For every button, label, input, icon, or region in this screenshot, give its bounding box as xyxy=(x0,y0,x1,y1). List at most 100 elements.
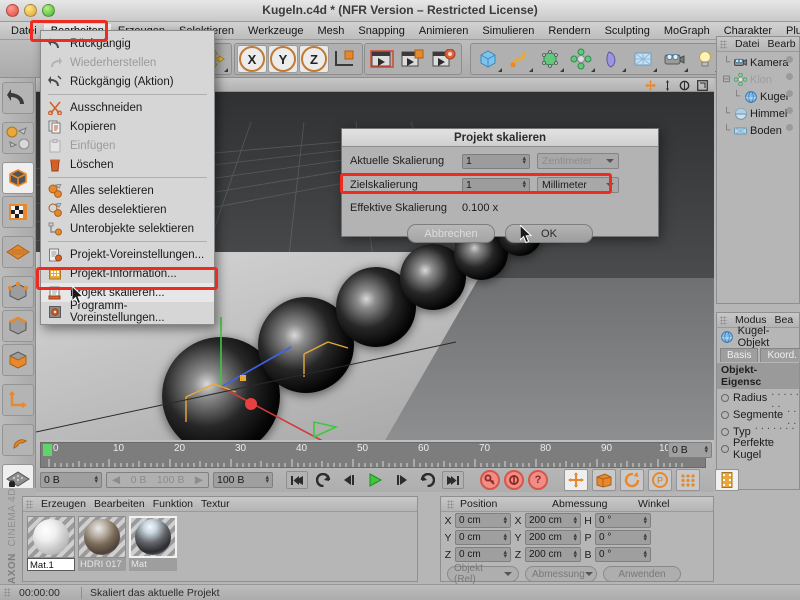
spinner-icon[interactable]: ▴▾ xyxy=(522,157,526,165)
autokey-button[interactable] xyxy=(504,470,524,490)
x-axis-button[interactable]: X xyxy=(237,45,267,73)
world-object-axis-button[interactable] xyxy=(330,45,360,73)
spinner-icon[interactable]: ▴▾ xyxy=(522,181,526,189)
texture-mode-button[interactable] xyxy=(2,196,34,228)
scale-key-button[interactable] xyxy=(592,469,616,491)
material-menu-textur[interactable]: Textur xyxy=(201,498,230,510)
radio-icon[interactable] xyxy=(721,428,729,436)
panel-grip-icon[interactable] xyxy=(4,588,11,597)
cube-primitive-button[interactable] xyxy=(473,45,503,73)
render-region-button[interactable] xyxy=(398,45,428,73)
object-row-kugel[interactable]: └ Kugel xyxy=(719,88,799,105)
material-name[interactable]: Mat.1 xyxy=(27,558,75,571)
coord-pos-input-x[interactable]: 0 cm ▴▾ xyxy=(455,513,511,528)
point-mode-button[interactable] xyxy=(2,276,34,308)
record-keyframe-button[interactable] xyxy=(480,470,500,490)
menu-animieren[interactable]: Animieren xyxy=(412,24,476,38)
axis-modify-button[interactable] xyxy=(2,384,34,416)
coord-mode-dropdown[interactable]: Objekt (Rel) xyxy=(447,566,519,582)
radio-icon[interactable] xyxy=(721,445,729,453)
coordinate-manager[interactable]: Position Abmessung Winkel X 0 cm ▴▾ X 20… xyxy=(440,496,714,582)
material-menu-bearbeiten[interactable]: Bearbeiten xyxy=(94,498,145,510)
camera-button[interactable] xyxy=(659,45,689,73)
spinner-icon[interactable]: ▴▾ xyxy=(503,517,507,525)
menu-simulieren[interactable]: Simulieren xyxy=(475,24,541,38)
material-thumbnail[interactable] xyxy=(129,516,177,558)
menu-item-projekt-voreinstellungen[interactable]: Projekt-Voreinstellungen... xyxy=(41,245,214,264)
panel-grip-icon[interactable] xyxy=(26,500,33,509)
object-row-kamera[interactable]: └ Kamera xyxy=(719,54,799,71)
current-frame-marker[interactable] xyxy=(43,444,52,456)
material-name[interactable]: HDRI 017 xyxy=(78,558,126,571)
go-to-start-button[interactable] xyxy=(286,471,308,489)
menu-item-alles-selektieren[interactable]: Alles selektieren xyxy=(41,181,214,200)
current-scale-input[interactable]: 1 ▴▾ xyxy=(462,154,530,169)
range-left-arrow-icon[interactable]: ◀ xyxy=(112,474,120,486)
menu-item-programm-voreinstellungen[interactable]: Programm-Voreinstellungen... xyxy=(41,302,214,321)
tab-basis[interactable]: Basis xyxy=(720,348,758,362)
material-thumbnail[interactable] xyxy=(27,516,75,558)
target-scale-input[interactable]: 1 ▴▾ xyxy=(462,178,530,193)
coord-angle-input-h[interactable]: 0 ° ▴▾ xyxy=(595,513,651,528)
magnet-button[interactable] xyxy=(2,424,34,456)
object-manager-menu-bearbeiten[interactable]: Bearb xyxy=(768,38,796,50)
material-thumbnail[interactable] xyxy=(78,516,126,558)
spinner-icon[interactable]: ▴▾ xyxy=(643,534,647,542)
material-item-mat1[interactable]: Mat.1 xyxy=(27,516,75,571)
timeline-ruler[interactable]: 0 10 20 30 40 50 60 70 80 90 100 xyxy=(40,442,706,468)
ok-button[interactable]: OK xyxy=(505,224,593,243)
coord-angle-input-b[interactable]: 0 ° ▴▾ xyxy=(595,547,651,562)
parameter-key-button[interactable]: P xyxy=(648,469,672,491)
spinner-icon[interactable]: ▴▾ xyxy=(573,517,577,525)
menu-item-alles-deselektieren[interactable]: Alles deselektieren xyxy=(41,200,214,219)
timeline-range-field[interactable]: ◀ 0 B 100 B ▶ xyxy=(106,472,209,488)
z-axis-button[interactable]: Z xyxy=(299,45,329,73)
menu-item-unterobjekte-selektieren[interactable]: Unterobjekte selektieren xyxy=(41,219,214,238)
spinner-icon[interactable]: ▴▾ xyxy=(643,551,647,559)
coord-size-input-y[interactable]: 200 cm ▴▾ xyxy=(525,530,581,545)
range-right-arrow-icon[interactable]: ▶ xyxy=(195,474,203,486)
object-manager[interactable]: Datei Bearb └ Kamera ⊟ Klon └ xyxy=(716,36,800,304)
spinner-icon[interactable]: ▴▾ xyxy=(503,534,507,542)
environment-button[interactable] xyxy=(628,45,658,73)
menu-item-rueckgaengig[interactable]: Rückgängig xyxy=(41,34,214,53)
object-enable-dot[interactable] xyxy=(786,56,793,63)
point-level-key-button[interactable] xyxy=(676,469,700,491)
menu-item-kopieren[interactable]: Kopieren xyxy=(41,117,214,136)
object-row-himmel[interactable]: └ Himmel xyxy=(719,105,799,122)
object-tree[interactable]: └ Kamera ⊟ Klon └ Kugel xyxy=(717,52,799,139)
menu-item-ausschneiden[interactable]: Ausschneiden xyxy=(41,98,214,117)
edge-mode-button[interactable] xyxy=(2,310,34,342)
material-name[interactable]: Mat xyxy=(129,558,177,571)
target-unit-dropdown[interactable]: Millimeter xyxy=(537,177,619,193)
play-reverse-loop-button[interactable] xyxy=(312,471,334,489)
spinner-icon[interactable]: ▴▾ xyxy=(704,446,708,454)
coord-size-input-x[interactable]: 200 cm ▴▾ xyxy=(525,513,581,528)
mograph-button[interactable] xyxy=(566,45,596,73)
play-button[interactable] xyxy=(364,471,386,489)
material-menu-erzeugen[interactable]: Erzeugen xyxy=(41,498,86,510)
menu-datei[interactable]: Datei xyxy=(4,24,44,38)
edit-dropdown-menu[interactable]: Rückgängig Wiederherstellen Rückgängig (… xyxy=(40,30,215,325)
menu-sculpting[interactable]: Sculpting xyxy=(598,24,657,38)
maximize-icon[interactable] xyxy=(697,80,708,91)
timeline-end-field[interactable]: 100 B ▴▾ xyxy=(213,472,273,488)
spinner-icon[interactable]: ▴▾ xyxy=(573,534,577,542)
timeline-filter-button[interactable] xyxy=(715,469,739,491)
object-row-boden[interactable]: └ Boden xyxy=(719,122,799,139)
menu-item-projekt-information[interactable]: Projekt-Information... xyxy=(41,264,214,283)
radio-icon[interactable] xyxy=(721,394,729,402)
menu-item-loeschen[interactable]: Löschen xyxy=(41,155,214,174)
menu-rendern[interactable]: Rendern xyxy=(541,24,597,38)
render-view-button[interactable] xyxy=(367,45,397,73)
project-scale-dialog[interactable]: Projekt skalieren Aktuelle Skalierung 1 … xyxy=(341,128,659,237)
object-row-klon[interactable]: ⊟ Klon xyxy=(719,71,799,88)
rotation-key-button[interactable] xyxy=(620,469,644,491)
coord-size-dropdown[interactable]: Abmessung xyxy=(525,566,597,582)
object-enable-dot[interactable] xyxy=(786,107,793,114)
current-unit-dropdown[interactable]: Zentimeter xyxy=(537,153,619,169)
attribute-manager[interactable]: Modus Bea Kugel-Objekt Basis Koord. Obje… xyxy=(716,312,800,490)
undo-tool-button[interactable] xyxy=(2,82,34,114)
deformer-button[interactable] xyxy=(597,45,627,73)
menu-mesh[interactable]: Mesh xyxy=(310,24,351,38)
